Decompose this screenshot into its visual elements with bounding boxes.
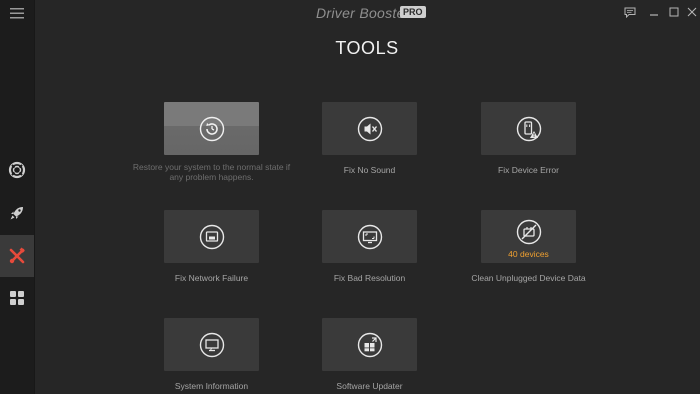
unplugged-device-icon — [516, 219, 541, 244]
page-title: TOOLS — [335, 38, 399, 58]
tool-tile-software-updater[interactable] — [322, 318, 417, 371]
restore-icon — [199, 116, 224, 141]
minimize-button[interactable] — [645, 3, 663, 21]
hamburger-menu-icon — [10, 8, 24, 19]
tool-label-fix-network-failure: Fix Network Failure — [174, 273, 249, 283]
software-updater-icon — [357, 332, 382, 357]
tool-tile-fix-network-failure[interactable] — [164, 210, 259, 263]
tool-tile-fix-no-sound[interactable] — [322, 102, 417, 155]
tool-tile-system-restore[interactable] — [164, 102, 259, 155]
menu-button[interactable] — [0, 0, 34, 26]
sidebar-item-scan[interactable] — [0, 149, 34, 191]
close-button[interactable] — [683, 3, 700, 21]
tool-tile-fix-bad-resolution[interactable] — [322, 210, 417, 263]
tool-label-fix-device-error: Fix Device Error — [498, 165, 559, 175]
title-bar: Driver Booster 7 PRO — [34, 0, 700, 26]
tool-label-fix-no-sound: Fix No Sound — [343, 165, 396, 175]
tool-tile-fix-device-error[interactable] — [481, 102, 576, 155]
close-icon — [687, 7, 697, 17]
mute-speaker-icon — [357, 116, 382, 141]
grid-icon — [10, 291, 24, 305]
system-info-icon — [199, 332, 224, 357]
maximize-icon — [669, 7, 679, 17]
device-error-icon — [516, 116, 541, 141]
maximize-button[interactable] — [665, 3, 683, 21]
feedback-button[interactable] — [621, 3, 639, 21]
lifebuoy-icon — [8, 161, 26, 179]
tool-label-software-updater: Software Updater — [336, 381, 403, 391]
rocket-icon — [10, 207, 23, 220]
resolution-icon — [357, 224, 382, 249]
sidebar-item-tools[interactable] — [0, 235, 34, 277]
unplugged-devices-count: 40 devices — [508, 249, 549, 259]
sidebar — [0, 0, 35, 394]
tool-tile-clean-unplugged-device-data[interactable]: 40 devices — [481, 210, 576, 263]
minimize-icon — [650, 14, 658, 16]
tool-label-clean-unplugged-device-data: Clean Unplugged Device Data — [471, 273, 586, 283]
edition-badge: PRO — [400, 6, 426, 18]
tool-label-fix-bad-resolution: Fix Bad Resolution — [333, 273, 406, 283]
tool-label-system-restore: Restore your system to the normal state … — [132, 162, 291, 182]
sidebar-item-boost[interactable] — [0, 192, 34, 234]
tool-tile-system-information[interactable] — [164, 318, 259, 371]
network-icon — [199, 224, 224, 249]
message-icon — [624, 7, 636, 18]
tool-label-system-information: System Information — [174, 381, 249, 391]
tools-icon — [9, 247, 25, 264]
sidebar-item-action-center[interactable] — [0, 277, 34, 319]
